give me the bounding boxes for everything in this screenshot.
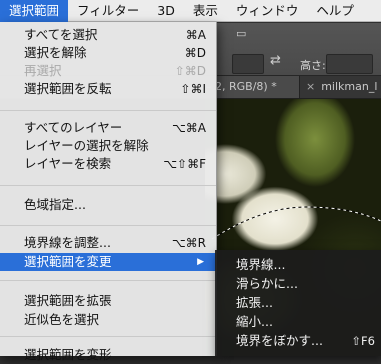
tab-document-2[interactable]: × milkman_l xyxy=(299,76,381,98)
menu-item-deselect[interactable]: 選択を解除 ⌘D xyxy=(0,44,216,62)
menu-item-label: すべてを選択 xyxy=(24,27,98,42)
menu-bar: 選択範囲 フィルター 3D 表示 ウィンドウ ヘルプ xyxy=(0,0,381,22)
submenu-item-label: 拡張... xyxy=(236,295,273,310)
submenu-arrow-icon: ▶ xyxy=(197,257,204,267)
menu-item-all-layers[interactable]: すべてのレイヤー ⌥⌘A xyxy=(0,119,216,137)
height-label: 高さ: xyxy=(300,59,326,72)
menu-item-shortcut: ⌥⌘R xyxy=(171,236,206,250)
menu-item-shortcut: ⌘A xyxy=(185,28,206,42)
menubar-item-help[interactable]: ヘルプ xyxy=(307,0,363,22)
menu-item-shortcut: ⌘D xyxy=(184,46,206,60)
height-field[interactable] xyxy=(326,54,373,74)
swap-arrows-icon[interactable]: ⇄ xyxy=(270,53,281,68)
menubar-item-view[interactable]: 表示 xyxy=(184,0,227,22)
close-icon[interactable]: × xyxy=(306,80,315,93)
submenu-item-shortcut: ⇧F6 xyxy=(351,334,375,348)
menu-item-deselect-layers[interactable]: レイヤーの選択を解除 xyxy=(0,137,216,155)
menu-separator xyxy=(0,110,216,111)
menubar-item-3d[interactable]: 3D xyxy=(148,0,184,22)
menubar-item-window[interactable]: ウィンドウ xyxy=(227,0,308,22)
menu-item-label: 選択を解除 xyxy=(24,45,87,60)
menu-item-refine-edge[interactable]: 境界線を調整... ⌥⌘R xyxy=(0,234,216,252)
submenu-item-label: 境界線... xyxy=(236,257,286,272)
submenu-item-smooth[interactable]: 滑らかに... xyxy=(215,275,381,293)
menu-item-label: 選択範囲を変形 xyxy=(24,347,112,362)
menu-item-label: 境界線を調整... xyxy=(24,235,111,250)
menu-item-select-all[interactable]: すべてを選択 ⌘A xyxy=(0,26,216,44)
submenu-item-contract[interactable]: 縮小... xyxy=(215,313,381,331)
menu-item-shortcut: ⌥⇧⌘F xyxy=(163,157,206,171)
menu-item-label: すべてのレイヤー xyxy=(24,120,123,135)
menu-item-shortcut: ⌥⌘A xyxy=(171,121,206,135)
submenu-item-label: 縮小... xyxy=(236,314,273,329)
menubar-item-select[interactable]: 選択範囲 xyxy=(0,0,69,22)
menu-separator xyxy=(0,185,216,186)
menubar-item-filter[interactable]: フィルター xyxy=(68,0,148,22)
menu-item-label: レイヤーを検索 xyxy=(24,156,112,171)
menu-item-label: 色域指定... xyxy=(24,197,86,212)
menu-item-grow[interactable]: 選択範囲を拡張 xyxy=(0,292,216,310)
submenu-item-label: 境界をぼかす... xyxy=(236,333,323,348)
menu-item-label: 選択範囲を変更 xyxy=(24,254,112,269)
toolbar-icon[interactable]: ▭ xyxy=(236,27,246,40)
menu-item-modify[interactable]: 選択範囲を変更 ▶ xyxy=(0,253,216,271)
menu-item-shortcut: ⇧⌘I xyxy=(180,82,206,96)
menu-item-color-range[interactable]: 色域指定... xyxy=(0,196,216,214)
select-menu-dropdown: すべてを選択 ⌘A 選択を解除 ⌘D 再選択 ⇧⌘D 選択範囲を反転 ⇧⌘I す… xyxy=(0,22,217,362)
menu-item-find-layers[interactable]: レイヤーを検索 ⌥⇧⌘F xyxy=(0,155,216,173)
submenu-item-label: 滑らかに... xyxy=(236,276,298,291)
menu-item-label: 近似色を選択 xyxy=(24,312,100,327)
menu-separator xyxy=(0,280,216,281)
menu-separator xyxy=(0,336,216,337)
menu-item-inverse[interactable]: 選択範囲を反転 ⇧⌘I xyxy=(0,80,216,98)
menu-item-label: レイヤーの選択を解除 xyxy=(24,138,149,153)
menu-item-label: 選択範囲を拡張 xyxy=(24,293,112,308)
menu-item-shortcut: ⇧⌘D xyxy=(174,64,206,78)
submenu-item-border[interactable]: 境界線... xyxy=(215,256,381,274)
menu-item-label: 再選択 xyxy=(24,63,62,78)
menu-item-transform-selection[interactable]: 選択範囲を変形 xyxy=(0,346,216,364)
menu-item-label: 選択範囲を反転 xyxy=(24,81,112,96)
modify-submenu: 境界線... 滑らかに... 拡張... 縮小... 境界をぼかす... ⇧F6 xyxy=(215,250,381,356)
width-field[interactable] xyxy=(232,54,264,74)
submenu-item-expand[interactable]: 拡張... xyxy=(215,294,381,312)
menu-item-reselect: 再選択 ⇧⌘D xyxy=(0,62,216,80)
submenu-item-feather[interactable]: 境界をぼかす... ⇧F6 xyxy=(215,332,381,350)
menu-item-similar[interactable]: 近似色を選択 xyxy=(0,311,216,329)
tab-label: milkman_l xyxy=(321,80,378,93)
menu-separator xyxy=(0,225,216,226)
